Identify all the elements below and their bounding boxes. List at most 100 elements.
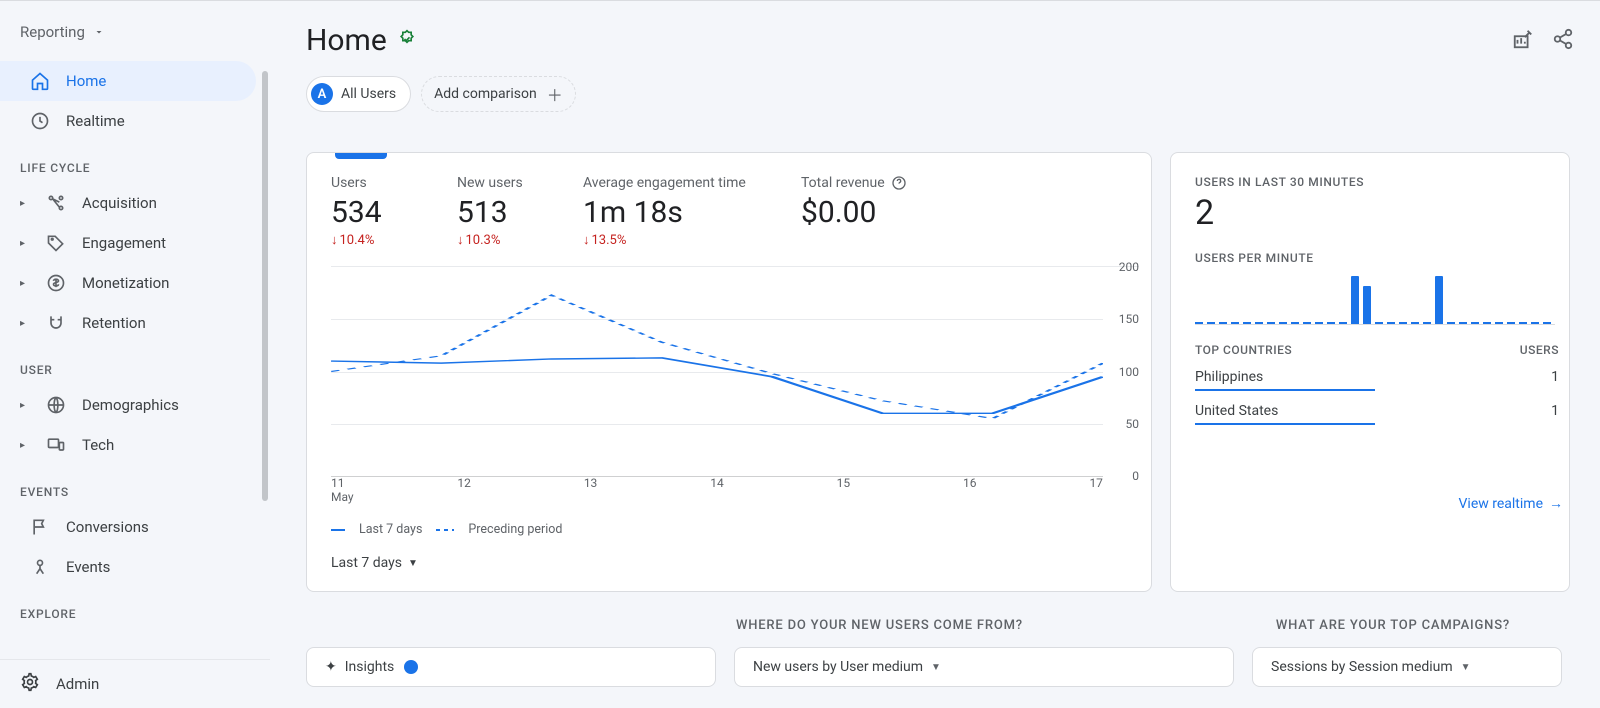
users-chart: 200 150 100 50 0 xyxy=(331,266,1139,476)
metric-users[interactable]: Users 534 ↓10.4% xyxy=(331,175,439,248)
sidebar-item-label: Engagement xyxy=(82,234,166,252)
sidebar-item-admin[interactable]: Admin xyxy=(0,659,270,708)
main-content: Home A All Users Add comparison xyxy=(270,1,1600,708)
sidebar-item-label: Demographics xyxy=(82,396,179,414)
sidebar-item-label: Tech xyxy=(82,436,114,454)
plus-icon: ＋ xyxy=(547,82,563,106)
legend-swatch-dashed xyxy=(436,529,454,531)
section-explore: EXPLORE xyxy=(0,587,270,629)
sessions-medium-card[interactable]: Sessions by Session medium ▼ xyxy=(1252,647,1562,687)
sidebar-item-monetization[interactable]: ▸ Monetization xyxy=(0,263,256,303)
expand-icon: ▸ xyxy=(20,278,30,289)
magnet-icon xyxy=(46,313,66,333)
metric-delta: ↓10.4% xyxy=(331,232,439,248)
dollar-icon xyxy=(46,273,66,293)
section-events: EVENTS xyxy=(0,465,270,507)
chevron-down-icon: ▼ xyxy=(931,662,941,673)
metric-engagement-time[interactable]: Average engagement time 1m 18s ↓13.5% xyxy=(583,175,783,248)
expand-icon: ▸ xyxy=(20,440,30,451)
tag-icon xyxy=(46,233,66,253)
acquisition-icon xyxy=(46,193,66,213)
chevron-down-icon: ▼ xyxy=(1461,662,1471,673)
section-user: USER xyxy=(0,343,270,385)
customize-icon[interactable] xyxy=(1512,28,1534,54)
sidebar-item-label: Home xyxy=(66,72,106,90)
info-dot-icon xyxy=(404,660,418,674)
metric-value: 534 xyxy=(331,195,439,230)
metric-new-users[interactable]: New users 513 ↓10.3% xyxy=(457,175,565,248)
metric-label: Users xyxy=(331,175,439,191)
chevron-down-icon: ▼ xyxy=(408,558,418,569)
home-icon xyxy=(30,71,50,91)
sidebar-item-conversions[interactable]: Conversions xyxy=(0,507,256,547)
period-selector[interactable]: Last 7 days ▼ xyxy=(331,555,1151,571)
gear-icon xyxy=(20,672,40,696)
new-users-medium-card[interactable]: New users by User medium ▼ xyxy=(734,647,1234,687)
sidebar-item-label: Acquisition xyxy=(82,194,157,212)
x-axis-month: May xyxy=(331,490,1151,504)
metric-label: Total revenue xyxy=(801,175,951,191)
down-arrow-icon: ↓ xyxy=(457,232,464,248)
down-arrow-icon: ↓ xyxy=(331,232,338,248)
sidebar-item-label: Monetization xyxy=(82,274,169,292)
insights-card[interactable]: ✦ Insights xyxy=(306,647,716,687)
chip-all-users[interactable]: A All Users xyxy=(306,76,411,112)
sidebar-item-realtime[interactable]: Realtime xyxy=(0,101,256,141)
sidebar-item-tech[interactable]: ▸ Tech xyxy=(0,425,256,465)
sparkle-icon: ✦ xyxy=(325,659,337,675)
chevron-down-icon xyxy=(93,26,105,38)
users-column-label: USERS xyxy=(1520,343,1559,357)
verified-icon xyxy=(397,29,417,53)
chip-label: All Users xyxy=(341,86,396,102)
metric-value: 513 xyxy=(457,195,565,230)
sidebar-item-demographics[interactable]: ▸ Demographics xyxy=(0,385,256,425)
sidebar-item-acquisition[interactable]: ▸ Acquisition xyxy=(0,183,256,223)
sidebar-scrollbar[interactable] xyxy=(262,71,268,501)
reporting-dropdown[interactable]: Reporting xyxy=(0,19,270,61)
chip-label: Add comparison xyxy=(434,86,537,102)
realtime-card: USERS IN LAST 30 MINUTES 2 USERS PER MIN… xyxy=(1170,152,1570,592)
realtime-head-users: USERS IN LAST 30 MINUTES xyxy=(1195,175,1569,189)
overview-card: Users 534 ↓10.4% New users 513 ↓10.3% Av… xyxy=(306,152,1152,592)
expand-icon: ▸ xyxy=(20,198,30,209)
down-arrow-icon: ↓ xyxy=(583,232,590,248)
sidebar-item-retention[interactable]: ▸ Retention xyxy=(0,303,256,343)
devices-icon xyxy=(46,435,66,455)
y-tick: 50 xyxy=(1126,417,1140,431)
chart-legend: Last 7 days Preceding period xyxy=(331,522,1151,537)
y-tick: 200 xyxy=(1119,260,1139,274)
flag-icon xyxy=(30,517,50,537)
users-per-minute-chart xyxy=(1195,275,1555,325)
sidebar-item-home[interactable]: Home xyxy=(0,61,256,101)
metric-value: $0.00 xyxy=(801,195,951,230)
admin-label: Admin xyxy=(56,675,99,693)
y-tick: 100 xyxy=(1119,365,1139,379)
view-realtime-link[interactable]: View realtime → xyxy=(1195,495,1563,512)
section-head-new-users: WHERE DO YOUR NEW USERS COME FROM? xyxy=(736,618,1023,633)
sidebar-item-events[interactable]: Events xyxy=(0,547,256,587)
expand-icon: ▸ xyxy=(20,238,30,249)
share-icon[interactable] xyxy=(1552,28,1574,54)
globe-icon xyxy=(46,395,66,415)
realtime-head-perminute: USERS PER MINUTE xyxy=(1195,251,1569,265)
sidebar-item-engagement[interactable]: ▸ Engagement xyxy=(0,223,256,263)
y-tick: 150 xyxy=(1119,312,1139,326)
metric-delta: ↓10.3% xyxy=(457,232,565,248)
reporting-label: Reporting xyxy=(20,23,85,41)
metric-total-revenue[interactable]: Total revenue $0.00 xyxy=(801,175,951,248)
legend-swatch-solid xyxy=(331,529,345,531)
y-tick: 0 xyxy=(1132,469,1139,483)
metric-delta: ↓13.5% xyxy=(583,232,783,248)
metric-label: New users xyxy=(457,175,565,191)
x-axis: 11 12 13 14 15 16 17 xyxy=(331,476,1103,490)
chip-add-comparison[interactable]: Add comparison ＋ xyxy=(421,76,576,112)
help-icon[interactable] xyxy=(891,175,907,191)
sidebar-item-label: Conversions xyxy=(66,518,149,536)
sidebar-item-label: Events xyxy=(66,558,110,576)
country-row: United States 1 xyxy=(1195,399,1569,425)
country-row: Philippines 1 xyxy=(1195,365,1569,391)
metric-value: 1m 18s xyxy=(583,195,783,230)
top-countries-label: TOP COUNTRIES xyxy=(1195,343,1292,357)
clock-icon xyxy=(30,111,50,131)
section-head-campaigns: WHAT ARE YOUR TOP CAMPAIGNS? xyxy=(1276,618,1510,633)
